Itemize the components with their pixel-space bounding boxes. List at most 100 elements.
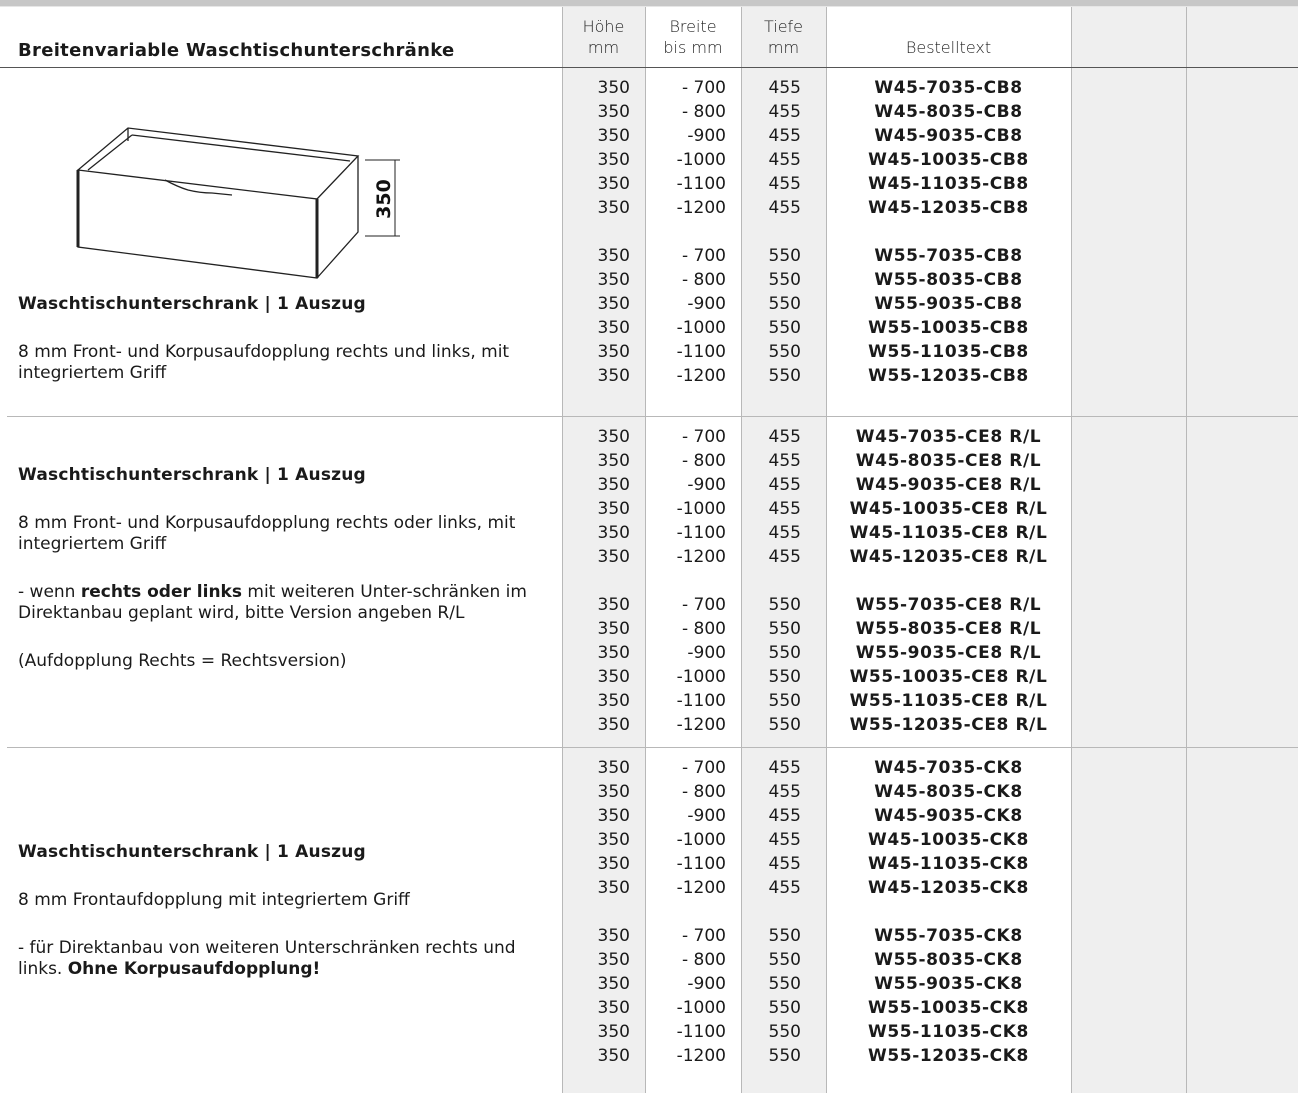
tiefe-cell: 455 bbox=[768, 78, 801, 98]
hoehe-cell: 350 bbox=[597, 150, 630, 170]
hoehe-cell: 350 bbox=[597, 270, 630, 290]
table-row: 350 - 700 550 W55-7035-CB8 bbox=[0, 244, 1071, 268]
bestelltext-cell: W55-11035-CK8 bbox=[868, 1022, 1029, 1042]
price-list-page: Breitenvariable Waschtischunterschränke … bbox=[0, 0, 1298, 1093]
tiefe-cell: 455 bbox=[768, 427, 801, 447]
table-row: 350 -1100 550 W55-11035-CE8 R/L bbox=[0, 689, 1071, 713]
tiefe-cell: 455 bbox=[768, 806, 801, 826]
table-row: 350 -1100 550 W55-11035-CB8 bbox=[0, 340, 1071, 364]
table-row: 350 - 700 550 W55-7035-CE8 R/L bbox=[0, 593, 1071, 617]
section-divider bbox=[7, 416, 1298, 417]
tiefe-cell: 455 bbox=[768, 782, 801, 802]
bestelltext-cell: W45-7035-CB8 bbox=[874, 78, 1023, 98]
hoehe-cell: 350 bbox=[597, 499, 630, 519]
hoehe-cell: 350 bbox=[597, 547, 630, 567]
tiefe-cell: 455 bbox=[768, 547, 801, 567]
breite-cell: -1100 bbox=[676, 174, 726, 194]
hoehe-cell: 350 bbox=[597, 102, 630, 122]
tiefe-cell: 455 bbox=[768, 830, 801, 850]
tiefe-cell: 550 bbox=[768, 595, 801, 615]
table-row: 350 -900 550 W55-9035-CK8 bbox=[0, 972, 1071, 996]
bestelltext-cell: W45-10035-CK8 bbox=[868, 830, 1029, 850]
bestelltext-cell: W45-10035-CB8 bbox=[868, 150, 1029, 170]
hoehe-cell: 350 bbox=[597, 294, 630, 314]
bestelltext-cell: W55-12035-CB8 bbox=[868, 366, 1029, 386]
breite-cell: -900 bbox=[687, 126, 726, 146]
table-row: 350 - 700 455 W45-7035-CE8 R/L bbox=[0, 425, 1071, 449]
breite-cell: - 700 bbox=[682, 78, 726, 98]
table-row: 350 -1200 455 W45-12035-CB8 bbox=[0, 196, 1071, 220]
bestelltext-cell: W45-12035-CE8 R/L bbox=[849, 547, 1048, 567]
hoehe-cell: 350 bbox=[597, 998, 630, 1018]
breite-cell: -1200 bbox=[676, 198, 726, 218]
table-row: 350 -900 455 W45-9035-CE8 R/L bbox=[0, 473, 1071, 497]
hoehe-cell: 350 bbox=[597, 523, 630, 543]
bestelltext-cell: W45-9035-CB8 bbox=[874, 126, 1023, 146]
header-bestelltext: Bestelltext bbox=[905, 38, 992, 57]
tiefe-cell: 455 bbox=[768, 451, 801, 471]
table-row: 350 -1000 550 W55-10035-CK8 bbox=[0, 996, 1071, 1020]
bestelltext-cell: W55-8035-CB8 bbox=[874, 270, 1023, 290]
bestelltext-cell: W55-7035-CE8 R/L bbox=[855, 595, 1042, 615]
breite-cell: - 800 bbox=[682, 102, 726, 122]
header-breite: Breite bis mm bbox=[663, 17, 723, 57]
table-row: 350 - 800 455 W45-8035-CE8 R/L bbox=[0, 449, 1071, 473]
tiefe-cell: 550 bbox=[768, 643, 801, 663]
tiefe-cell: 550 bbox=[768, 318, 801, 338]
table-row: 350 - 800 550 W55-8035-CK8 bbox=[0, 948, 1071, 972]
column-divider bbox=[1186, 7, 1187, 1093]
breite-cell: -900 bbox=[687, 806, 726, 826]
tiefe-cell: 550 bbox=[768, 691, 801, 711]
breite-cell: -1000 bbox=[676, 318, 726, 338]
hoehe-cell: 350 bbox=[597, 198, 630, 218]
table-row: 350 -900 455 W45-9035-CB8 bbox=[0, 124, 1071, 148]
header-tiefe: Tiefe mm bbox=[763, 17, 804, 57]
bestelltext-cell: W45-11035-CB8 bbox=[868, 174, 1029, 194]
bestelltext-cell: W55-10035-CB8 bbox=[868, 318, 1029, 338]
tiefe-cell: 455 bbox=[768, 878, 801, 898]
tiefe-cell: 455 bbox=[768, 758, 801, 778]
breite-cell: -900 bbox=[687, 643, 726, 663]
tiefe-cell: 455 bbox=[768, 150, 801, 170]
table-row: 350 -1000 550 W55-10035-CB8 bbox=[0, 316, 1071, 340]
table-row: 350 - 800 455 W45-8035-CB8 bbox=[0, 100, 1071, 124]
breite-cell: -1100 bbox=[676, 854, 726, 874]
hoehe-cell: 350 bbox=[597, 974, 630, 994]
breite-cell: -1000 bbox=[676, 830, 726, 850]
breite-cell: -1000 bbox=[676, 150, 726, 170]
bestelltext-cell: W55-8035-CE8 R/L bbox=[855, 619, 1042, 639]
tiefe-cell: 550 bbox=[768, 715, 801, 735]
table-row: 350 -1200 455 W45-12035-CK8 bbox=[0, 876, 1071, 900]
breite-cell: -1100 bbox=[676, 691, 726, 711]
hoehe-cell: 350 bbox=[597, 806, 630, 826]
tiefe-cell: 550 bbox=[768, 1022, 801, 1042]
bestelltext-cell: W45-12035-CK8 bbox=[868, 878, 1029, 898]
hoehe-cell: 350 bbox=[597, 758, 630, 778]
table-row: 350 -1200 455 W45-12035-CE8 R/L bbox=[0, 545, 1071, 569]
hoehe-cell: 350 bbox=[597, 830, 630, 850]
breite-cell: - 700 bbox=[682, 758, 726, 778]
table-row: 350 - 700 455 W45-7035-CB8 bbox=[0, 76, 1071, 100]
table-row: 350 -1100 550 W55-11035-CK8 bbox=[0, 1020, 1071, 1044]
hoehe-cell: 350 bbox=[597, 427, 630, 447]
bestelltext-cell: W55-8035-CK8 bbox=[874, 950, 1023, 970]
breite-cell: - 700 bbox=[682, 926, 726, 946]
breite-cell: -1000 bbox=[676, 667, 726, 687]
table-row: 350 -1200 550 W55-12035-CB8 bbox=[0, 364, 1071, 388]
bestelltext-cell: W45-8035-CK8 bbox=[874, 782, 1023, 802]
header-hoehe: Höhe mm bbox=[582, 17, 625, 57]
breite-cell: - 700 bbox=[682, 427, 726, 447]
breite-cell: -1000 bbox=[676, 998, 726, 1018]
tiefe-cell: 550 bbox=[768, 667, 801, 687]
tiefe-cell: 455 bbox=[768, 174, 801, 194]
tiefe-cell: 455 bbox=[768, 523, 801, 543]
tiefe-cell: 550 bbox=[768, 998, 801, 1018]
bestelltext-cell: W45-11035-CK8 bbox=[868, 854, 1029, 874]
breite-cell: -1200 bbox=[676, 1046, 726, 1066]
bestelltext-cell: W55-12035-CK8 bbox=[868, 1046, 1029, 1066]
breite-cell: -900 bbox=[687, 294, 726, 314]
hoehe-cell: 350 bbox=[597, 1022, 630, 1042]
table-row: 350 -1000 455 W45-10035-CB8 bbox=[0, 148, 1071, 172]
column-divider bbox=[1071, 7, 1072, 1093]
breite-cell: - 700 bbox=[682, 595, 726, 615]
